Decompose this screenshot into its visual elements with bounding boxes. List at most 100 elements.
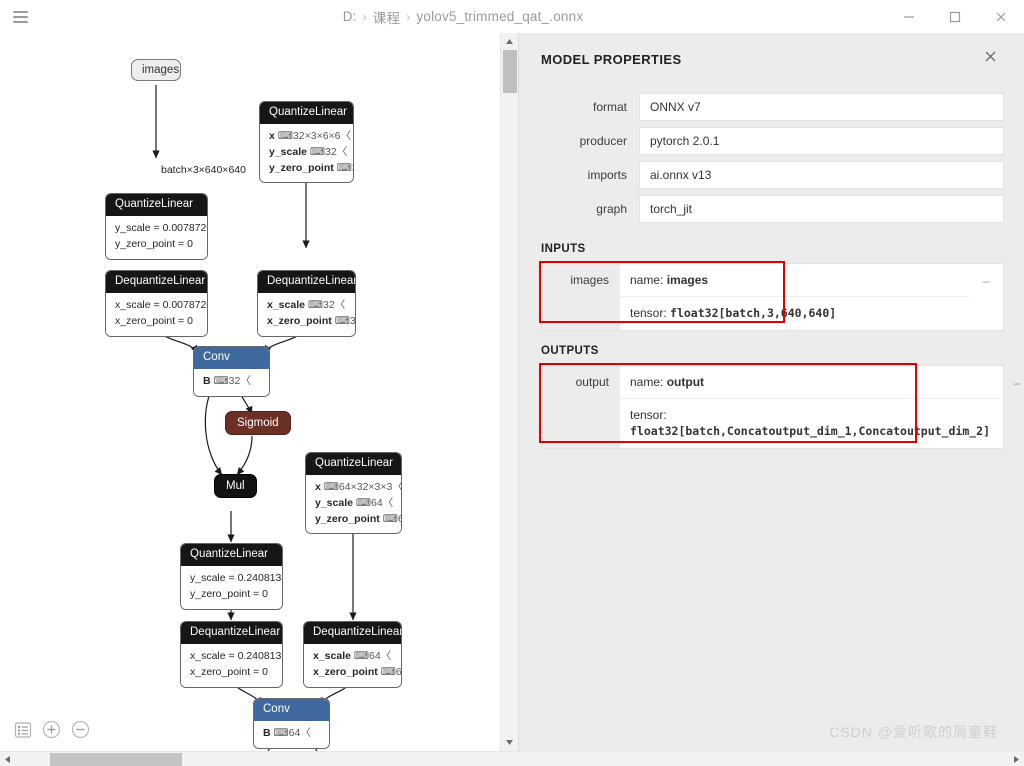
model-properties-button[interactable] — [12, 719, 33, 740]
scroll-right-button[interactable] — [1009, 752, 1024, 766]
close-button[interactable] — [978, 0, 1024, 33]
scroll-up-button[interactable] — [501, 33, 518, 50]
argument-tensor-prefix: tensor: — [630, 407, 667, 422]
node-header: DequantizeLinear — [106, 271, 207, 294]
argument-name-line: name: output — [620, 366, 1001, 399]
model-properties-list: format ONNX v7 producer pytorch 2.0.1 im… — [519, 81, 1024, 223]
edge-label-images-shape: batch×3×640×640 — [161, 164, 246, 176]
node-body: x ⌨64×32×3×3〈 y_scale ⌨64〈 y_zero_point … — [306, 475, 402, 534]
node-attr-key: y_zero_point — [269, 161, 334, 174]
graph-node-label: Sigmoid — [237, 417, 279, 429]
breadcrumb-separator: › — [406, 9, 411, 24]
breadcrumb-folder: 课程 — [372, 10, 401, 26]
node-attr-dim: ⌨64〈 — [353, 650, 392, 663]
graph-node-quantizelinear-weights-2[interactable]: QuantizeLinear x ⌨64×32×3×3〈 y_scale ⌨64… — [305, 452, 402, 535]
graph-node-conv-1[interactable]: Conv B ⌨32〈 — [193, 346, 270, 397]
hamburger-menu-button[interactable] — [0, 0, 40, 33]
property-value[interactable]: torch_jit — [639, 195, 1004, 223]
node-attr-dim: ⌨64〈 — [380, 665, 402, 678]
outputs-list: output name: output tensor: float32[batc… — [519, 362, 1024, 449]
property-label: producer — [579, 134, 627, 148]
graph-node-dequantizelinear-weights-1[interactable]: DequantizeLinear x_scale ⌨32〈 x_zero_poi… — [257, 270, 356, 337]
argument-collapse-button[interactable]: – — [1000, 366, 1024, 448]
zoom-out-button[interactable] — [70, 719, 91, 740]
node-attr-key: y_scale = 0.00787209… — [115, 222, 207, 235]
argument-tensor-value: float32[batch,Concatoutput_dim_1,Concato… — [630, 424, 991, 439]
breadcrumb-separator: › — [362, 9, 367, 24]
node-header: DequantizeLinear — [181, 622, 282, 645]
node-attr-dim: ⌨64〈 — [273, 727, 311, 740]
close-icon — [985, 51, 996, 62]
output-argument-output[interactable]: output name: output tensor: float32[batc… — [541, 364, 1020, 449]
argument-name-prefix: name: — [630, 374, 664, 389]
node-attr-key: x_scale — [267, 299, 305, 312]
graph-node-conv-2[interactable]: Conv B ⌨64〈 — [253, 698, 330, 749]
graph-node-quantizelinear-act-2[interactable]: QuantizeLinear y_scale = 0.24081376… y_z… — [180, 543, 283, 610]
node-attr-key: x — [315, 481, 321, 494]
node-body: B ⌨32〈 — [194, 369, 269, 396]
property-row-imports: imports ai.onnx v13 — [541, 161, 1004, 189]
node-body: x_scale = 0.24081376… x_zero_point = 0 — [181, 644, 282, 687]
node-attr-dim: ⌨32〈 — [309, 145, 348, 158]
node-attr-key: x_zero_point = 0 — [115, 314, 193, 327]
graph-node-sigmoid[interactable]: Sigmoid — [225, 411, 291, 435]
input-argument-images[interactable]: images name: images tensor: float32[batc… — [541, 263, 1004, 331]
title-bar: D: › 课程 › yolov5_trimmed_qat_.onnx — [0, 0, 1024, 33]
scroll-down-button[interactable] — [501, 734, 518, 751]
node-attr-key: y_scale — [315, 496, 353, 509]
node-header: DequantizeLinear — [304, 622, 401, 645]
graph-node-quantizelinear-input[interactable]: QuantizeLinear y_scale = 0.00787209… y_z… — [105, 193, 208, 260]
node-body: y_scale = 0.00787209… y_zero_point = 0 — [106, 216, 207, 259]
graph-node-dequantizelinear-input[interactable]: DequantizeLinear x_scale = 0.00787209… x… — [105, 270, 208, 337]
node-header: Conv — [254, 699, 329, 722]
graph-node-dequantizelinear-weights-2[interactable]: DequantizeLinear x_scale ⌨64〈 x_zero_poi… — [303, 621, 402, 688]
outputs-heading: OUTPUTS — [541, 344, 599, 357]
maximize-icon — [949, 11, 961, 22]
graph-node-images[interactable]: images — [131, 59, 181, 81]
node-attr-key: x_scale — [313, 650, 351, 663]
node-attr-dim: ⌨32〈 — [334, 314, 356, 327]
property-value[interactable]: ONNX v7 — [639, 93, 1004, 121]
argument-name-line: name: images — [620, 264, 969, 298]
vertical-scrollbar-thumb[interactable] — [503, 50, 517, 93]
zoom-in-icon — [42, 720, 61, 739]
netron-window: D: › 课程 › yolov5_trimmed_qat_.onnx image… — [0, 0, 1024, 766]
chevron-left-icon — [5, 755, 10, 763]
horizontal-scrollbar-thumb[interactable] — [50, 753, 182, 766]
node-attr-dim: ⌨64〈 — [382, 512, 402, 525]
graph-canvas[interactable]: images batch×3×640×640 QuantizeLinear x … — [0, 33, 500, 766]
node-attr-key: x_scale = 0.24081376… — [190, 650, 282, 663]
graph-node-mul[interactable]: Mul — [214, 474, 257, 498]
property-row-format: format ONNX v7 — [541, 93, 1004, 121]
node-attr-key: B — [203, 375, 211, 388]
node-attr-key: x — [269, 130, 275, 143]
sidebar-close-button[interactable] — [979, 47, 1002, 71]
horizontal-scrollbar[interactable] — [0, 751, 1024, 766]
graph-node-dequantizelinear-act-2[interactable]: DequantizeLinear x_scale = 0.24081376… x… — [180, 621, 283, 688]
property-label: graph — [596, 202, 627, 216]
argument-tensor-line: tensor: float32[batch,Concatoutput_dim_1… — [620, 399, 1000, 448]
node-attr-key: x_zero_point — [267, 314, 332, 327]
graph-node-quantizelinear-weights-1[interactable]: QuantizeLinear x ⌨32×3×6×6〈 y_scale ⌨32〈… — [259, 101, 354, 184]
node-body: x ⌨32×3×6×6〈 y_scale ⌨32〈 y_zero_point ⌨… — [260, 124, 353, 183]
node-attr-key: B — [263, 727, 271, 740]
argument-name: output — [542, 365, 620, 448]
canvas-vertical-scrollbar[interactable] — [500, 33, 518, 751]
minimize-button[interactable] — [886, 0, 932, 33]
argument-tensor-line: tensor: float32[batch,3,640,640] — [620, 297, 969, 330]
list-icon — [14, 721, 31, 738]
property-value[interactable]: pytorch 2.0.1 — [639, 127, 1004, 155]
scroll-left-button[interactable] — [0, 752, 15, 766]
zoom-in-button[interactable] — [41, 719, 62, 740]
argument-collapse-button[interactable]: – — [969, 264, 1003, 330]
maximize-button[interactable] — [932, 0, 978, 33]
breadcrumb-drive: D: — [342, 9, 357, 24]
property-value[interactable]: ai.onnx v13 — [639, 161, 1004, 189]
inputs-heading: INPUTS — [541, 243, 586, 255]
chevron-down-icon — [506, 740, 513, 745]
argument-name-value: output — [666, 374, 705, 389]
node-body: x_scale ⌨64〈 x_zero_point ⌨64〈 — [304, 644, 401, 687]
node-header: DequantizeLinear — [258, 271, 355, 294]
node-attr-key: y_zero_point = 0 — [115, 237, 193, 250]
graph-node-label: images — [142, 64, 180, 76]
